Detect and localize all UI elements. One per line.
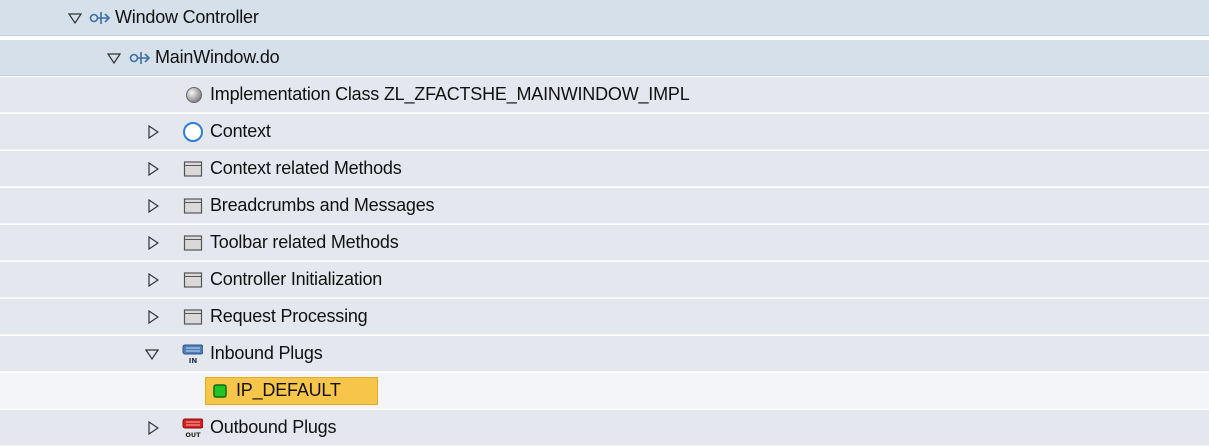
collapsed-triangle-icon[interactable] bbox=[145, 410, 161, 445]
tree-node-label: Context related Methods bbox=[210, 158, 402, 178]
tree-node-context-methods[interactable]: Context related Methods bbox=[0, 151, 1209, 187]
collapsed-triangle-icon[interactable] bbox=[145, 299, 161, 334]
folder-icon bbox=[182, 188, 204, 223]
controller-network-icon bbox=[129, 40, 151, 75]
green-square-icon bbox=[209, 373, 231, 408]
tree-node-label: MainWindow.do bbox=[155, 47, 280, 67]
outbound-plug-icon: OUT bbox=[181, 410, 203, 445]
expanded-triangle-icon[interactable] bbox=[67, 0, 83, 35]
folder-icon bbox=[182, 151, 204, 186]
collapsed-triangle-icon[interactable] bbox=[145, 151, 161, 186]
collapsed-triangle-icon[interactable] bbox=[145, 225, 161, 260]
tree-node-breadcrumbs[interactable]: Breadcrumbs and Messages bbox=[0, 188, 1209, 224]
svg-text:IN: IN bbox=[189, 357, 198, 365]
tree-node-label: Toolbar related Methods bbox=[210, 232, 399, 252]
tree-node-controller-initialization[interactable]: Controller Initialization bbox=[0, 262, 1209, 298]
controller-network-icon bbox=[89, 0, 111, 35]
tree-node-request-processing[interactable]: Request Processing bbox=[0, 299, 1209, 335]
tree-node-label: Inbound Plugs bbox=[210, 343, 323, 363]
folder-icon bbox=[182, 299, 204, 334]
tree-node-context[interactable]: Context bbox=[0, 114, 1209, 150]
tree-node-label: Context bbox=[210, 121, 271, 141]
tree-node-label: Request Processing bbox=[210, 306, 368, 326]
tree-node-label: Controller Initialization bbox=[210, 269, 383, 289]
object-tree: Window Controller MainWindow.do Implemen… bbox=[0, 0, 1209, 446]
collapsed-triangle-icon[interactable] bbox=[145, 114, 161, 149]
inbound-plug-icon: IN bbox=[181, 336, 203, 371]
blue-circle-icon bbox=[182, 114, 204, 149]
tree-node-ip-default[interactable]: IP_DEFAULT bbox=[0, 373, 1209, 409]
folder-icon bbox=[182, 262, 204, 297]
collapsed-triangle-icon[interactable] bbox=[145, 262, 161, 297]
tree-node-implementation-class[interactable]: Implementation Class ZL_ZFACTSHE_MAINWIN… bbox=[0, 77, 1209, 113]
tree-node-window-controller[interactable]: Window Controller bbox=[0, 0, 1209, 36]
tree-node-inbound-plugs[interactable]: IN Inbound Plugs bbox=[0, 336, 1209, 372]
tree-node-label: Window Controller bbox=[115, 7, 259, 27]
gray-sphere-icon bbox=[183, 77, 205, 112]
tree-node-label: Outbound Plugs bbox=[210, 417, 337, 437]
folder-icon bbox=[182, 225, 204, 260]
expanded-triangle-icon[interactable] bbox=[144, 336, 160, 371]
tree-node-label: IP_DEFAULT bbox=[236, 380, 341, 400]
tree-node-label: Implementation Class ZL_ZFACTSHE_MAINWIN… bbox=[210, 84, 690, 104]
expanded-triangle-icon[interactable] bbox=[106, 40, 122, 75]
tree-node-mainwindow[interactable]: MainWindow.do bbox=[0, 40, 1209, 76]
tree-node-toolbar-methods[interactable]: Toolbar related Methods bbox=[0, 225, 1209, 261]
tree-node-outbound-plugs[interactable]: OUT Outbound Plugs bbox=[0, 410, 1209, 446]
svg-text:OUT: OUT bbox=[185, 431, 201, 439]
tree-node-label: Breadcrumbs and Messages bbox=[210, 195, 435, 215]
collapsed-triangle-icon[interactable] bbox=[145, 188, 161, 223]
